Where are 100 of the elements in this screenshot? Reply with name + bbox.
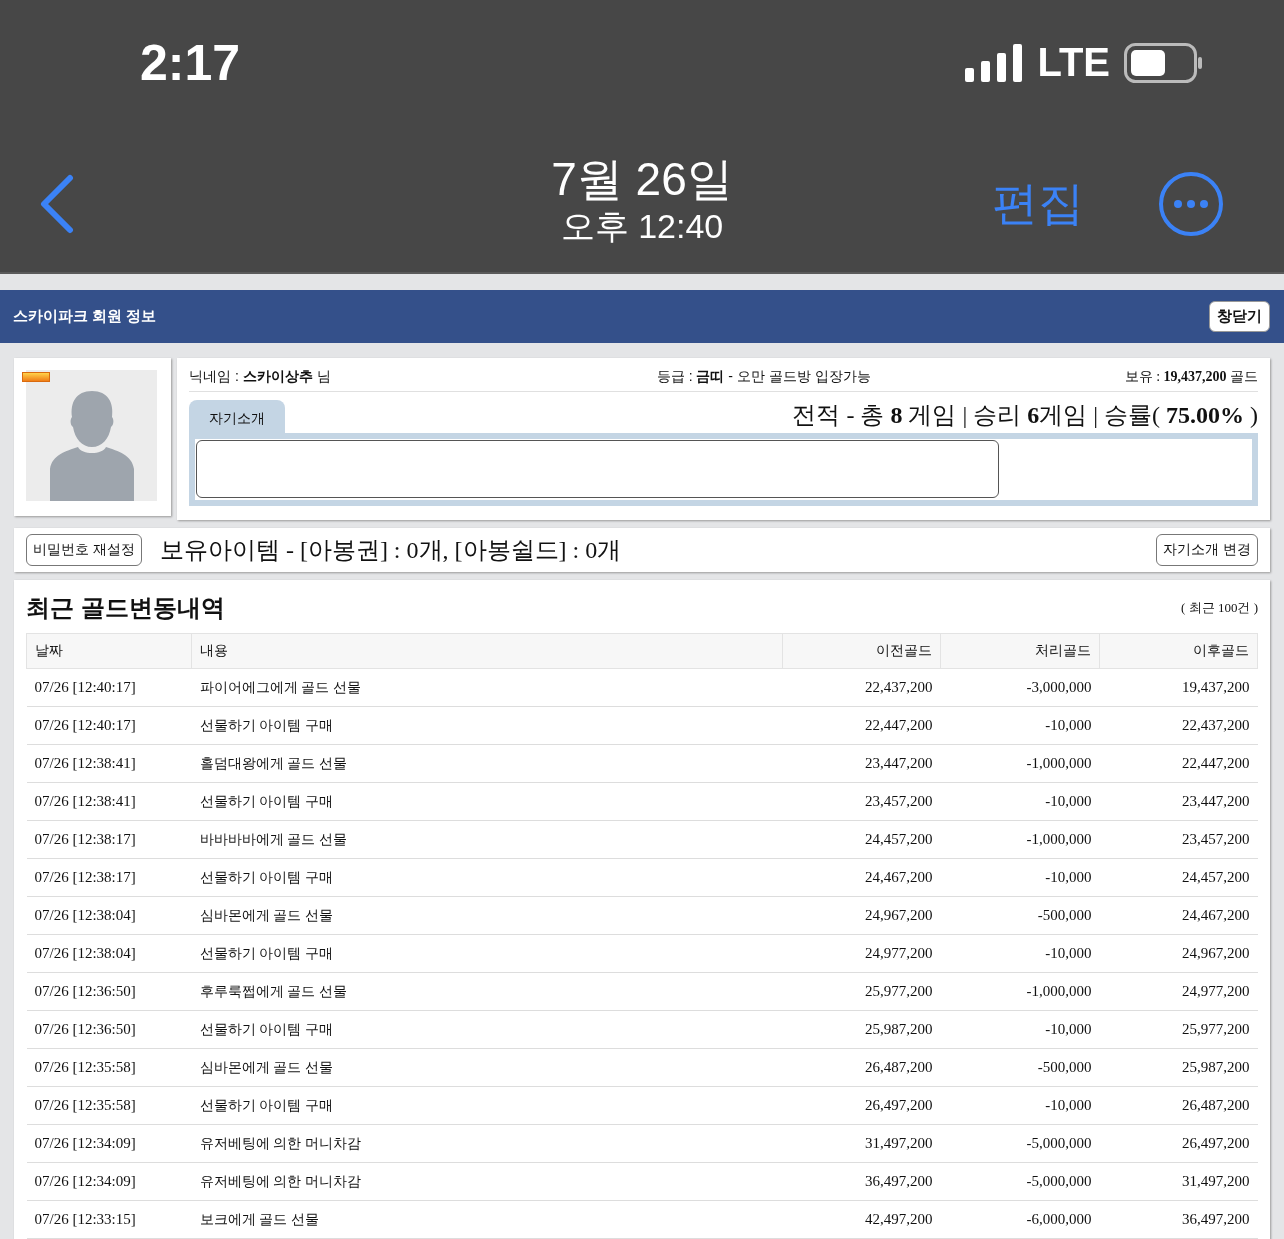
table-cell: 24,977,200 — [1099, 972, 1258, 1011]
table-cell: 선물하기 아이템 구매 — [191, 782, 783, 821]
table-cell: 07/26 [12:34:09] — [26, 1124, 192, 1163]
table-cell: 심바몬에게 골드 선물 — [191, 896, 783, 935]
table-cell: 유저베팅에 의한 머니차감 — [191, 1124, 783, 1163]
table-cell: 07/26 [12:35:58] — [26, 1086, 192, 1125]
table-cell: 22,437,200 — [782, 668, 941, 707]
table-cell: 선물하기 아이템 구매 — [191, 1010, 783, 1049]
table-cell: -10,000 — [940, 1086, 1100, 1125]
status-time: 2:17 — [140, 33, 241, 92]
table-cell: 선물하기 아이템 구매 — [191, 858, 783, 897]
grade-text: 등급 : 금띠 - 오만 골드방 입장가능 — [656, 368, 872, 386]
table-cell: 선물하기 아이템 구매 — [191, 934, 783, 973]
table-cell: 선물하기 아이템 구매 — [191, 1086, 783, 1125]
column-header: 이후골드 — [1099, 633, 1258, 669]
back-button[interactable] — [38, 173, 74, 234]
game-record-text: 전적 - 총 8 게임 | 승리 6게임 | 승률( 75.00% ) — [792, 401, 1258, 430]
table-cell: 07/26 [12:38:17] — [26, 820, 192, 859]
table-cell: 23,447,200 — [1099, 782, 1258, 821]
table-cell: 07/26 [12:40:17] — [26, 668, 192, 707]
table-cell: 07/26 [12:40:17] — [26, 706, 192, 745]
reset-password-button[interactable]: 비밀번호 재설정 — [26, 534, 142, 566]
holdings-text: 보유 : 19,437,200 골드 — [1124, 368, 1258, 386]
table-cell: 25,977,200 — [1099, 1010, 1258, 1049]
photo-date: 7월 26일 — [551, 153, 733, 205]
table-cell: 24,457,200 — [1099, 858, 1258, 897]
history-title: 최근 골드변동내역 — [26, 593, 225, 623]
table-cell: 07/26 [12:33:15] — [26, 1200, 192, 1239]
table-cell: 25,987,200 — [1099, 1048, 1258, 1087]
table-cell: -6,000,000 — [940, 1200, 1100, 1239]
column-header: 처리골드 — [940, 633, 1100, 669]
table-cell: 24,467,200 — [1099, 896, 1258, 935]
intro-tab[interactable]: 자기소개 — [189, 400, 285, 433]
table-cell: 31,497,200 — [1099, 1162, 1258, 1201]
network-label: LTE — [1037, 40, 1110, 85]
table-cell: 22,447,200 — [782, 706, 941, 745]
table-cell: 25,977,200 — [782, 972, 941, 1011]
table-cell: 07/26 [12:36:50] — [26, 1010, 192, 1049]
table-cell: 보크에게 골드 선물 — [191, 1200, 783, 1239]
table-cell: -10,000 — [940, 1010, 1100, 1049]
table-cell: 36,497,200 — [782, 1162, 941, 1201]
table-cell: -500,000 — [940, 896, 1100, 935]
table-cell: 선물하기 아이템 구매 — [191, 706, 783, 745]
intro-field[interactable] — [196, 440, 999, 498]
table-cell: -3,000,000 — [940, 668, 1100, 707]
table-cell: 홀덤대왕에게 골드 선물 — [191, 744, 783, 783]
table-cell: 31,497,200 — [782, 1124, 941, 1163]
table-cell: 36,497,200 — [1099, 1200, 1258, 1239]
window-title: 스카이파크 회원 정보 — [13, 307, 157, 326]
table-cell: 42,497,200 — [782, 1200, 941, 1239]
table-cell: -1,000,000 — [940, 744, 1100, 783]
table-cell: 바바바바에게 골드 선물 — [191, 820, 783, 859]
table-cell: -10,000 — [940, 858, 1100, 897]
rank-badge-icon — [22, 372, 50, 382]
table-cell: 07/26 [12:34:09] — [26, 1162, 192, 1201]
table-cell: -5,000,000 — [940, 1124, 1100, 1163]
signal-icon — [965, 43, 1024, 82]
table-cell: -1,000,000 — [940, 972, 1100, 1011]
table-cell: -10,000 — [940, 782, 1100, 821]
table-cell: 07/26 [12:36:50] — [26, 972, 192, 1011]
table-cell: 심바몬에게 골드 선물 — [191, 1048, 783, 1087]
table-cell: 24,457,200 — [782, 820, 941, 859]
table-cell: 07/26 [12:38:41] — [26, 744, 192, 783]
close-button[interactable]: 창닫기 — [1209, 301, 1270, 332]
table-cell: 23,457,200 — [782, 782, 941, 821]
table-cell: -500,000 — [940, 1048, 1100, 1087]
more-button[interactable] — [1158, 170, 1224, 237]
table-cell: -10,000 — [940, 934, 1100, 973]
table-cell: 유저베팅에 의한 머니차감 — [191, 1162, 783, 1201]
table-cell: 24,967,200 — [1099, 934, 1258, 973]
table-cell: 25,987,200 — [782, 1010, 941, 1049]
table-cell: 24,977,200 — [782, 934, 941, 973]
table-cell: 24,467,200 — [782, 858, 941, 897]
table-cell: 07/26 [12:38:04] — [26, 934, 192, 973]
column-header: 이전골드 — [782, 633, 941, 669]
table-cell: 26,497,200 — [1099, 1124, 1258, 1163]
column-header: 내용 — [191, 633, 783, 669]
table-cell: 파이어에그에게 골드 선물 — [191, 668, 783, 707]
table-cell: 26,497,200 — [782, 1086, 941, 1125]
table-cell: 22,437,200 — [1099, 706, 1258, 745]
table-cell: 07/26 [12:38:17] — [26, 858, 192, 897]
table-cell: 후루룩쩝에게 골드 선물 — [191, 972, 783, 1011]
table-cell: 26,487,200 — [1099, 1086, 1258, 1125]
table-cell: 22,447,200 — [1099, 744, 1258, 783]
table-cell: 07/26 [12:38:41] — [26, 782, 192, 821]
table-cell: 19,437,200 — [1099, 668, 1258, 707]
nickname-text: 닉네임 : 스카이상추 님 — [189, 368, 332, 386]
table-cell: -10,000 — [940, 706, 1100, 745]
table-cell: 07/26 [12:38:04] — [26, 896, 192, 935]
table-cell: 24,967,200 — [782, 896, 941, 935]
photo-time: 오후 12:40 — [560, 206, 724, 247]
table-cell: 23,457,200 — [1099, 820, 1258, 859]
battery-icon — [1124, 42, 1204, 83]
history-count-note: ( 최근 100건 ) — [1181, 599, 1258, 617]
change-intro-button[interactable]: 자기소개 변경 — [1156, 534, 1258, 566]
table-cell: -5,000,000 — [940, 1162, 1100, 1201]
table-cell: -1,000,000 — [940, 820, 1100, 859]
owned-items-text: 보유아이템 - [아봉권] : 0개, [아봉쉴드] : 0개 — [159, 536, 622, 565]
column-header: 날짜 — [26, 633, 192, 669]
table-cell: 26,487,200 — [782, 1048, 941, 1087]
